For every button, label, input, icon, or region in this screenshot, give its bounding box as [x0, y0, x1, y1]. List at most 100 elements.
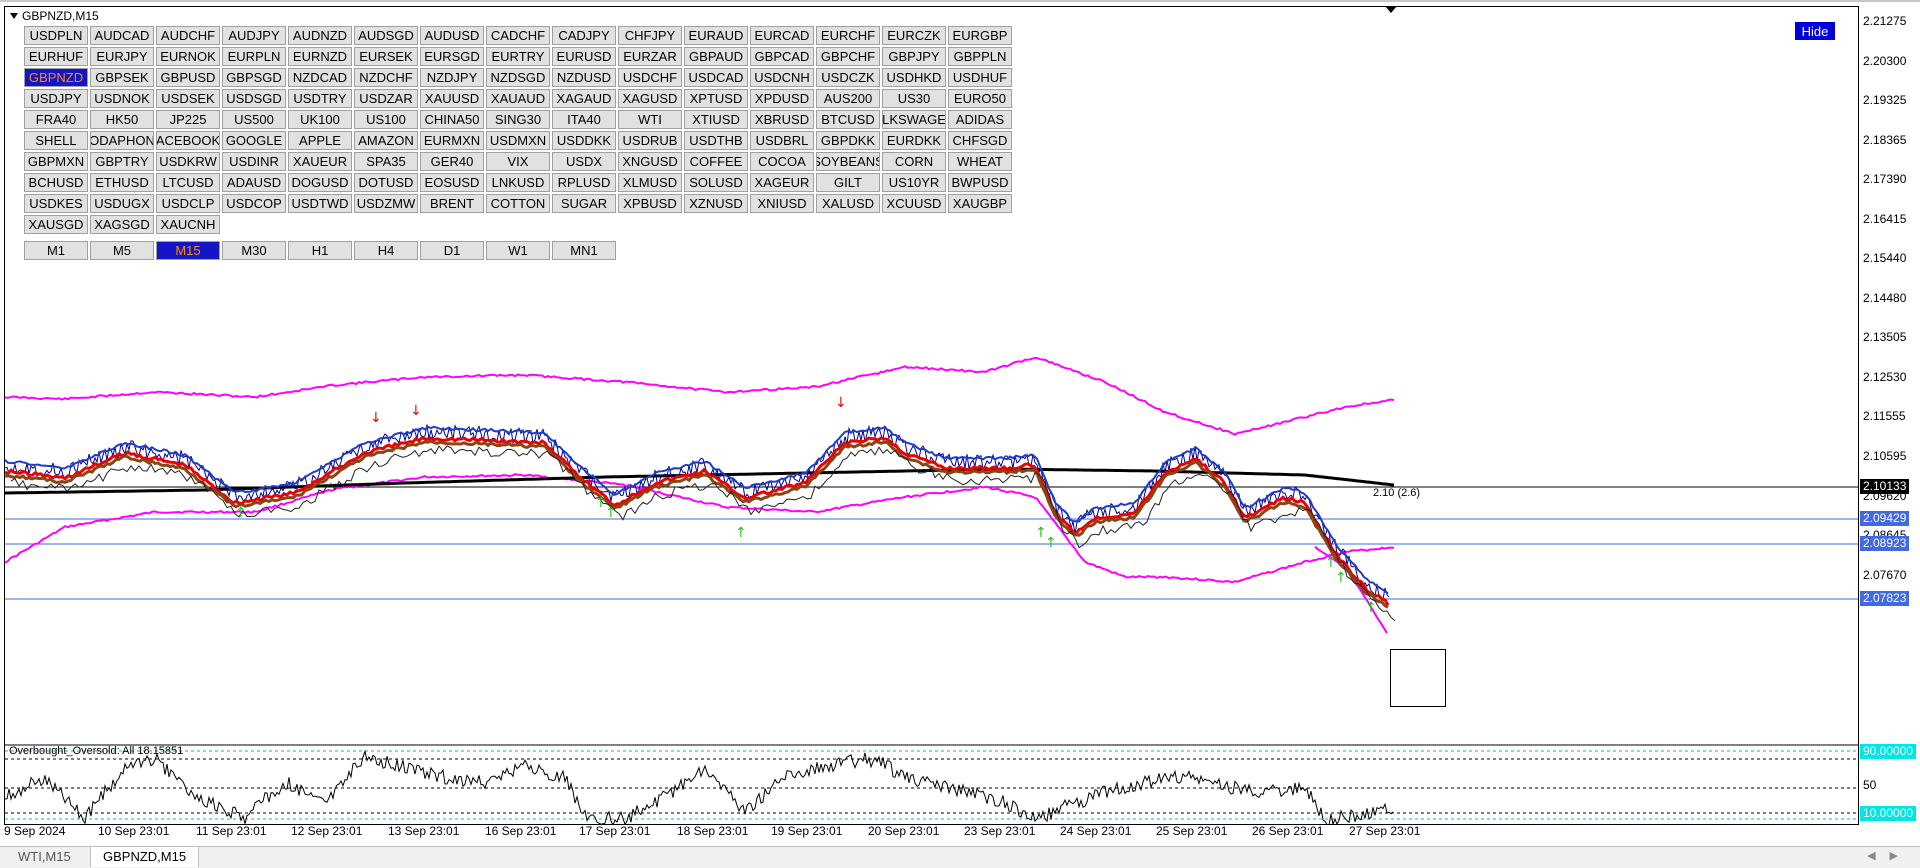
symbol-button-cotton[interactable]: COTTON [486, 194, 550, 213]
symbol-button-audnzd[interactable]: AUDNZD [288, 26, 352, 45]
symbol-button-xniusd[interactable]: XNIUSD [750, 194, 814, 213]
symbol-button-xagaud[interactable]: XAGAUD [552, 89, 616, 108]
symbol-button-gbppln[interactable]: GBPPLN [948, 47, 1012, 66]
price-axis[interactable]: 2.21275 2.20300 2.19325 2.18365 2.17390 2.164… [1859, 6, 1920, 825]
timeframe-button-h1[interactable]: H1 [288, 241, 352, 260]
indicator-level-tag[interactable]: 10.00000 [1860, 806, 1917, 821]
symbol-button-eurhuf[interactable]: EURHUF [24, 47, 88, 66]
symbol-button-usdclp[interactable]: USDCLP [156, 194, 220, 213]
symbol-button-eurusd[interactable]: EURUSD [552, 47, 616, 66]
symbol-button-xcuusd[interactable]: XCUUSD [882, 194, 946, 213]
symbol-button-sing30[interactable]: SING30 [486, 110, 550, 129]
symbol-button-nzdusd[interactable]: NZDUSD [552, 68, 616, 87]
symbol-button-usddkk[interactable]: USDDKK [552, 131, 616, 150]
timeframe-button-mn1[interactable]: MN1 [552, 241, 616, 260]
symbol-button-vix[interactable]: VIX [486, 152, 550, 171]
symbol-button-lkswage[interactable]: LKSWAGE [882, 110, 946, 129]
symbol-button-gbpcad[interactable]: GBPCAD [750, 47, 814, 66]
symbol-button-audchf[interactable]: AUDCHF [156, 26, 220, 45]
symbol-button-usdtwd[interactable]: USDTWD [288, 194, 352, 213]
symbol-button-audsgd[interactable]: AUDSGD [354, 26, 418, 45]
symbol-button-usdcop[interactable]: USDCOP [222, 194, 286, 213]
symbol-button-usdcad[interactable]: USDCAD [684, 68, 748, 87]
timeframe-button-m1[interactable]: M1 [24, 241, 88, 260]
symbol-button-xageur[interactable]: XAGEUR [750, 173, 814, 192]
selection-rectangle[interactable] [1390, 649, 1446, 707]
symbol-button-usdrub[interactable]: USDRUB [618, 131, 682, 150]
symbol-button-adausd[interactable]: ADAUSD [222, 173, 286, 192]
symbol-button-aus200[interactable]: AUS200 [816, 89, 880, 108]
symbol-button-usdkrw[interactable]: USDKRW [156, 152, 220, 171]
symbol-button-corn[interactable]: CORN [882, 152, 946, 171]
symbol-button-xznusd[interactable]: XZNUSD [684, 194, 748, 213]
symbol-button-jp225[interactable]: JP225 [156, 110, 220, 129]
symbol-button-ger40[interactable]: GER40 [420, 152, 484, 171]
symbol-button-usdczk[interactable]: USDCZK [816, 68, 880, 87]
symbol-button-us100[interactable]: US100 [354, 110, 418, 129]
symbol-button-cadchf[interactable]: CADCHF [486, 26, 550, 45]
symbol-button-eursek[interactable]: EURSEK [354, 47, 418, 66]
symbol-button-usdinr[interactable]: USDINR [222, 152, 286, 171]
symbol-button-usdtry[interactable]: USDTRY [288, 89, 352, 108]
symbol-button-lnkusd[interactable]: LNKUSD [486, 173, 550, 192]
chart-tab[interactable]: WTI,M15 [6, 847, 83, 867]
symbol-button-usdzar[interactable]: USDZAR [354, 89, 418, 108]
symbol-button-brent[interactable]: BRENT [420, 194, 484, 213]
symbol-button-audjpy[interactable]: AUDJPY [222, 26, 286, 45]
symbol-button-gbpdkk[interactable]: GBPDKK [816, 131, 880, 150]
symbol-button-eurnok[interactable]: EURNOK [156, 47, 220, 66]
symbol-button-usdzmw[interactable]: USDZMW [354, 194, 418, 213]
symbol-button-xausgd[interactable]: XAUSGD [24, 215, 88, 234]
symbol-button-nzdcad[interactable]: NZDCAD [288, 68, 352, 87]
symbol-button-xpdusd[interactable]: XPDUSD [750, 89, 814, 108]
symbol-button-eurnzd[interactable]: EURNZD [288, 47, 352, 66]
symbol-button-wti[interactable]: WTI [618, 110, 682, 129]
symbol-button-eurpln[interactable]: EURPLN [222, 47, 286, 66]
symbol-button-xagsgd[interactable]: XAGSGD [90, 215, 154, 234]
symbol-button-soybeans[interactable]: SOYBEANS [816, 152, 880, 171]
symbol-button-usdugx[interactable]: USDUGX [90, 194, 154, 213]
symbol-button-cocoa[interactable]: COCOA [750, 152, 814, 171]
symbol-button-nzdchf[interactable]: NZDCHF [354, 68, 418, 87]
tab-scroll-arrows-icon[interactable]: ◀▶ [1867, 849, 1912, 862]
symbol-button-eursgd[interactable]: EURSGD [420, 47, 484, 66]
symbol-button-xbrusd[interactable]: XBRUSD [750, 110, 814, 129]
timeframe-button-m15[interactable]: M15 [156, 241, 220, 260]
symbol-button-apple[interactable]: APPLE [288, 131, 352, 150]
symbol-button-xptusd[interactable]: XPTUSD [684, 89, 748, 108]
symbol-button-dotusd[interactable]: DOTUSD [354, 173, 418, 192]
symbol-button-usdbrl[interactable]: USDBRL [750, 131, 814, 150]
symbol-button-bwpusd[interactable]: BWPUSD [948, 173, 1012, 192]
symbol-button-google[interactable]: GOOGLE [222, 131, 286, 150]
price-level-tag[interactable]: 2.10133 [1860, 479, 1910, 494]
symbol-button-eosusd[interactable]: EOSUSD [420, 173, 484, 192]
symbol-button-fra40[interactable]: FRA40 [24, 110, 88, 129]
symbol-button-usdcnh[interactable]: USDCNH [750, 68, 814, 87]
symbol-button-btcusd[interactable]: BTCUSD [816, 110, 880, 129]
symbol-button-hk50[interactable]: HK50 [90, 110, 154, 129]
symbol-button-eurmxn[interactable]: EURMXN [420, 131, 484, 150]
symbol-button-ltcusd[interactable]: LTCUSD [156, 173, 220, 192]
symbol-button-gbpsek[interactable]: GBPSEK [90, 68, 154, 87]
timeframe-button-w1[interactable]: W1 [486, 241, 550, 260]
symbol-button-gbpchf[interactable]: GBPCHF [816, 47, 880, 66]
symbol-button-euro50[interactable]: EURO50 [948, 89, 1012, 108]
symbol-button-eurdkk[interactable]: EURDKK [882, 131, 946, 150]
symbol-button-nzdsgd[interactable]: NZDSGD [486, 68, 550, 87]
indicator-level-tag[interactable]: 90.00000 [1860, 744, 1917, 759]
shift-marker-icon[interactable] [1385, 6, 1397, 13]
symbol-button-xauusd[interactable]: XAUUSD [420, 89, 484, 108]
symbol-button-xauaud[interactable]: XAUAUD [486, 89, 550, 108]
symbol-button-usdjpy[interactable]: USDJPY [24, 89, 88, 108]
symbol-button-ethusd[interactable]: ETHUSD [90, 173, 154, 192]
symbol-button-gbpusd[interactable]: GBPUSD [156, 68, 220, 87]
symbol-button-uk100[interactable]: UK100 [288, 110, 352, 129]
symbol-button-bchusd[interactable]: BCHUSD [24, 173, 88, 192]
symbol-button-nzdjpy[interactable]: NZDJPY [420, 68, 484, 87]
symbol-button-xagusd[interactable]: XAGUSD [618, 89, 682, 108]
symbol-button-chfjpy[interactable]: CHFJPY [618, 26, 682, 45]
symbol-button-xaueur[interactable]: XAUEUR [288, 152, 352, 171]
symbol-button-gbptry[interactable]: GBPTRY [90, 152, 154, 171]
symbol-button-gbpmxn[interactable]: GBPMXN [24, 152, 88, 171]
symbol-button-xaucnh[interactable]: XAUCNH [156, 215, 220, 234]
